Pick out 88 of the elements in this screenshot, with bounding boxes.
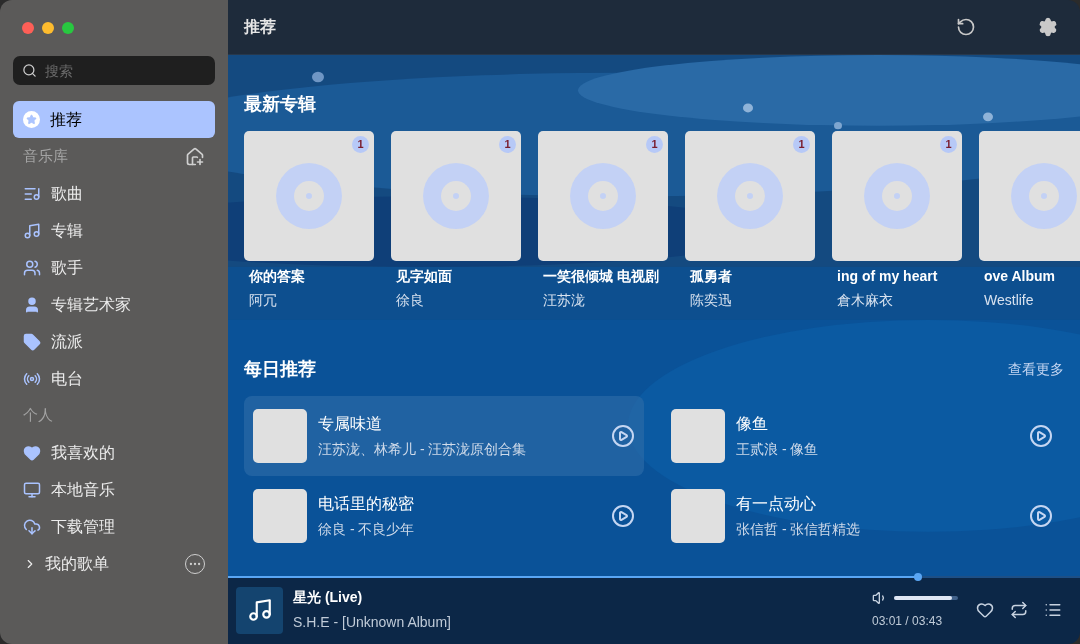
album-artist: Westlife (983, 291, 1035, 310)
sidebar-item[interactable]: 流派 (13, 323, 215, 360)
album-title: 一笑很倾城 电视剧 (542, 267, 660, 286)
monitor-icon (23, 480, 41, 499)
count-badge: 1 (646, 136, 663, 153)
settings-icon[interactable] (1038, 17, 1058, 37)
list-icon[interactable] (1044, 601, 1062, 619)
song-row[interactable]: 有一点动心 张信哲 - 张信哲精选 (662, 476, 1062, 556)
disc-icon (1011, 163, 1077, 229)
album-cover[interactable]: 1 (685, 131, 815, 261)
song-subtitle: 王贰浪 - 像鱼 (736, 440, 820, 459)
album-artist: 汪苏泷 (542, 291, 586, 310)
see-more-link[interactable]: 查看更多 (1008, 359, 1064, 380)
playback-time: 03:01 / 03:43 (872, 613, 943, 630)
disc-icon (423, 163, 489, 229)
star-icon (23, 111, 40, 128)
album-title: ing of my heart (836, 267, 939, 286)
tag-icon (23, 332, 41, 351)
play-icon[interactable] (1029, 424, 1053, 448)
search-icon (22, 63, 37, 78)
song-subtitle: 张信哲 - 张信哲精选 (736, 520, 862, 539)
section-title: 每日推荐 (244, 358, 316, 381)
song-cover (671, 409, 725, 463)
music-note-icon (23, 221, 41, 240)
album-title: ove Album (983, 267, 1057, 286)
disc-icon (570, 163, 636, 229)
section-title: 最新专辑 (244, 93, 317, 116)
play-icon[interactable] (611, 424, 635, 448)
window-title: 推荐 (244, 17, 276, 37)
song-title: 专属味道 (318, 414, 383, 434)
album-artist: 阿冗 (248, 291, 278, 310)
song-cover (253, 489, 307, 543)
album-cover[interactable]: 1 (391, 131, 521, 261)
heart-icon[interactable] (976, 601, 994, 619)
sidebar-item[interactable]: 歌曲 (13, 175, 215, 212)
refresh-icon[interactable] (956, 17, 976, 37)
song-cover (671, 489, 725, 543)
sidebar-group[interactable]: 我的歌单 (23, 551, 109, 576)
disc-icon (276, 163, 342, 229)
progress-thumb[interactable] (914, 573, 923, 581)
sidebar-item[interactable]: 推荐 (13, 101, 215, 138)
play-icon[interactable] (1029, 504, 1053, 528)
song-subtitle: 汪苏泷、林希儿 - 汪苏泷原创合集 (318, 440, 528, 459)
count-badge: 1 (352, 136, 369, 153)
disc-icon (717, 163, 783, 229)
song-subtitle: 徐良 - 不良少年 (318, 520, 416, 539)
count-badge: 1 (940, 136, 957, 153)
song-row[interactable]: 像鱼 王贰浪 - 像鱼 (662, 396, 1062, 476)
album-artist: 倉木麻衣 (836, 291, 894, 310)
play-icon[interactable] (611, 504, 635, 528)
track-title: 星光 (Live) (293, 588, 364, 607)
song-title: 电话里的秘密 (318, 494, 415, 514)
house-icon[interactable] (185, 146, 205, 167)
sidebar-item[interactable]: 本地音乐 (13, 471, 215, 508)
sidebar-item[interactable]: 专辑 (13, 212, 215, 249)
sidebar-item[interactable]: 电台 (13, 360, 215, 397)
album-cover[interactable]: 1 (832, 131, 962, 261)
song-title: 有一点动心 (736, 494, 817, 514)
song-cover (253, 409, 307, 463)
cloud-download-icon (23, 517, 41, 536)
person-icon (23, 295, 41, 314)
minimize-window-button[interactable] (42, 22, 54, 34)
album-cover[interactable]: 1 (244, 131, 374, 261)
album-title: 见字如面 (395, 267, 453, 286)
album-artist: 陈奕迅 (689, 291, 733, 310)
song-row[interactable]: 电话里的秘密 徐良 - 不良少年 (244, 476, 644, 556)
music-note-icon (246, 597, 273, 623)
album-cover[interactable]: 1 (538, 131, 668, 261)
sidebar-item[interactable]: 下载管理 (13, 508, 215, 545)
disc-icon (864, 163, 930, 229)
count-badge: 1 (499, 136, 516, 153)
album-artist: 徐良 (395, 291, 425, 310)
track-subtitle: S.H.E - [Unknown Album] (293, 613, 452, 632)
song-title: 像鱼 (736, 414, 769, 434)
sidebar-item[interactable]: 我喜欢的 (13, 434, 215, 471)
people-icon (23, 258, 41, 277)
album-title: 你的答案 (248, 267, 306, 286)
album-title: 孤勇者 (689, 267, 733, 286)
repeat-icon[interactable] (1010, 601, 1028, 619)
heart-icon (23, 443, 41, 462)
section-heading: 音乐库 (23, 146, 68, 167)
sidebar-item[interactable]: 歌手 (13, 249, 215, 286)
song-row[interactable]: 专属味道 汪苏泷、林希儿 - 汪苏泷原创合集 (244, 396, 644, 476)
sidebar-item[interactable]: 专辑艺术家 (13, 286, 215, 323)
zoom-window-button[interactable] (62, 22, 74, 34)
section-heading: 个人 (23, 405, 53, 426)
search-field[interactable]: 搜索 (13, 56, 215, 85)
count-badge: 1 (793, 136, 810, 153)
